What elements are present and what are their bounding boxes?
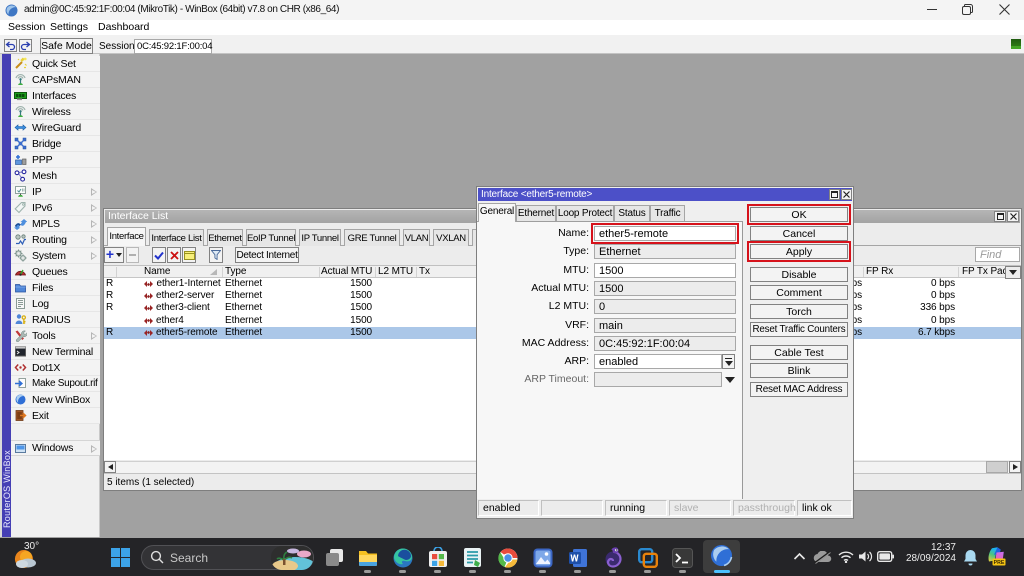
svg-text:PRE: PRE [994, 560, 1005, 566]
